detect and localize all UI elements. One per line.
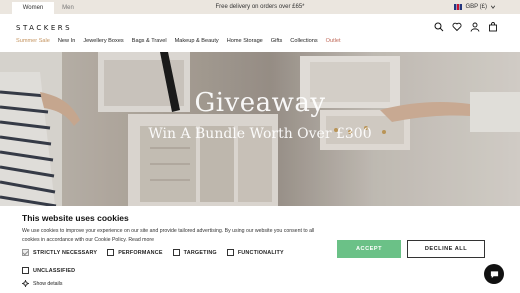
nav-new-in[interactable]: New In — [58, 38, 75, 44]
decline-all-button[interactable]: DECLINE ALL — [407, 240, 485, 258]
main-nav: Summer Sale New In Jewellery Boxes Bags … — [16, 38, 341, 44]
show-details-toggle[interactable]: Show details — [22, 280, 62, 287]
hero-banner[interactable]: Giveaway Win A Bundle Worth Over £300 — [0, 52, 520, 206]
strictly-necessary-checkbox — [22, 249, 29, 256]
targeting-label: TARGETING — [183, 249, 217, 256]
gear-icon — [22, 280, 29, 287]
functionality-label: FUNCTIONALITY — [237, 249, 284, 256]
option-strictly-necessary: STRICTLY NECESSARY — [22, 249, 97, 256]
nav-makeup-beauty[interactable]: Makeup & Beauty — [175, 38, 219, 44]
chat-launcher-button[interactable] — [484, 264, 504, 284]
option-targeting[interactable]: TARGETING — [172, 249, 217, 256]
header-icons — [434, 22, 498, 32]
bag-icon[interactable] — [488, 22, 498, 32]
tab-women[interactable]: Women — [12, 2, 54, 14]
currency-label: GBP (£) — [465, 4, 487, 10]
site-header: STACKERS Summer Sale New In Jewellery Bo… — [0, 14, 520, 52]
nav-jewellery-boxes[interactable]: Jewellery Boxes — [83, 38, 123, 44]
functionality-checkbox[interactable] — [226, 249, 234, 256]
cookie-description: We use cookies to improve your experienc… — [22, 227, 322, 245]
nav-summer-sale[interactable]: Summer Sale — [16, 38, 50, 44]
nav-bags-travel[interactable]: Bags & Travel — [132, 38, 167, 44]
chevron-down-icon — [490, 5, 496, 9]
account-icon[interactable] — [470, 22, 480, 32]
currency-selector[interactable]: GBP (£) — [454, 0, 496, 14]
performance-label: PERFORMANCE — [118, 249, 163, 256]
accept-cookies-button[interactable]: ACCEPT — [337, 240, 401, 258]
hero-subtitle: Win A Bundle Worth Over £300 — [148, 126, 372, 142]
show-details-label: Show details — [33, 280, 63, 287]
nav-outlet[interactable]: Outlet — [326, 38, 341, 44]
targeting-checkbox[interactable] — [172, 249, 180, 256]
cookie-title: This website uses cookies — [22, 213, 129, 223]
option-performance[interactable]: PERFORMANCE — [107, 249, 162, 256]
performance-checkbox[interactable] — [107, 249, 115, 256]
top-bar: Free delivery on orders over £65* Women … — [0, 0, 520, 14]
chat-icon — [490, 270, 498, 278]
option-functionality[interactable]: FUNCTIONALITY — [226, 249, 284, 256]
nav-gifts[interactable]: Gifts — [271, 38, 283, 44]
search-icon[interactable] — [434, 22, 444, 32]
unclassified-label: UNCLASSIFIED — [33, 267, 76, 274]
hero-title: Giveaway — [194, 88, 326, 118]
unclassified-checkbox[interactable] — [22, 267, 29, 274]
heart-icon[interactable] — [452, 22, 462, 32]
nav-collections[interactable]: Collections — [290, 38, 317, 44]
uk-flag-icon — [454, 4, 463, 10]
logo-text: STACKERS — [16, 24, 73, 32]
cookie-options: STRICTLY NECESSARY PERFORMANCE TARGETING… — [22, 249, 284, 256]
option-unclassified[interactable]: UNCLASSIFIED — [22, 267, 75, 274]
stackers-logo[interactable]: STACKERS — [16, 24, 72, 32]
nav-home-storage[interactable]: Home Storage — [227, 38, 263, 44]
cookie-description-text: We use cookies to improve your experienc… — [22, 228, 315, 243]
tab-men[interactable]: Men — [54, 2, 82, 14]
strictly-necessary-label: STRICTLY NECESSARY — [33, 249, 98, 256]
read-more-link[interactable]: Read more — [128, 237, 154, 243]
